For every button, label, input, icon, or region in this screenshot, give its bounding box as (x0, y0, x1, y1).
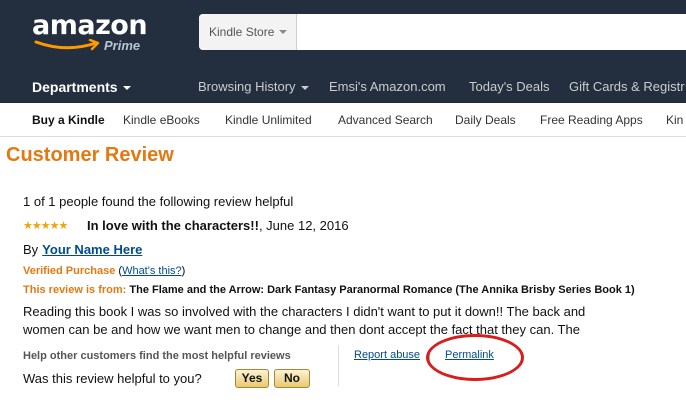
nav-gift-cards[interactable]: Gift Cards & Registr (569, 79, 685, 94)
yes-button[interactable]: Yes (235, 369, 269, 388)
prime-label: Prime (104, 38, 141, 53)
star-icon: ★ (49, 220, 60, 232)
helpful-count-text: 1 of 1 people found the following review… (23, 194, 294, 209)
star-icon: ★ (31, 220, 42, 232)
chevron-down-icon (300, 85, 309, 90)
review-byline: By Your Name Here (23, 242, 142, 257)
subnav-kindle-ebooks[interactable]: Kindle eBooks (123, 113, 200, 127)
subnav-advanced-search[interactable]: Advanced Search (338, 113, 433, 127)
chevron-down-icon (279, 30, 287, 34)
chevron-down-icon (122, 86, 131, 91)
nav-todays-deals[interactable]: Today's Deals (469, 79, 550, 94)
nav-link-label: Emsi's Amazon.com (329, 79, 446, 94)
search-input[interactable] (298, 14, 686, 50)
nav-link-label: Today's Deals (469, 79, 550, 94)
author-link[interactable]: Your Name Here (42, 242, 142, 257)
star-rating: ★★★★★ (23, 219, 69, 232)
review-from-label: This review is from: (23, 284, 127, 296)
subnav-free-reading-apps[interactable]: Free Reading Apps (540, 113, 643, 127)
no-button[interactable]: No (274, 369, 310, 388)
subnav-daily-deals[interactable]: Daily Deals (455, 113, 516, 127)
vertical-divider (338, 345, 339, 386)
subnav-kindle-more[interactable]: Kin (666, 113, 683, 127)
search-category-dropdown[interactable]: Kindle Store (199, 14, 297, 50)
nav-account-amazon[interactable]: Emsi's Amazon.com (329, 79, 446, 94)
nav-browsing-history[interactable]: Browsing History (198, 79, 309, 94)
departments-menu[interactable]: Departments (32, 79, 131, 95)
book-title-link[interactable]: The Flame and the Arrow: Dark Fantasy Pa… (129, 284, 634, 296)
was-helpful-question: Was this review helpful to you? (23, 371, 202, 386)
subnav-kindle-unlimited[interactable]: Kindle Unlimited (225, 113, 312, 127)
subnav-buy-a-kindle[interactable]: Buy a Kindle (32, 113, 105, 127)
red-annotation-circle (426, 334, 524, 381)
verified-purchase-badge: Verified Purchase (23, 265, 116, 277)
main-nav: Departments Browsing History Emsi's Amaz… (0, 74, 686, 102)
review-body-line: Reading this book I was so involved with… (23, 304, 586, 319)
top-header: amazon Prime Kindle Store Departments Br… (0, 0, 686, 103)
kindle-subnav: Buy a Kindle Kindle eBooks Kindle Unlimi… (0, 103, 686, 137)
paren-close: ) (181, 265, 186, 277)
amazon-prime-logo[interactable]: amazon Prime (32, 10, 148, 60)
star-icon: ★ (40, 220, 51, 232)
logo-wordmark: amazon (32, 10, 148, 41)
nav-link-label: Gift Cards & Registr (569, 79, 685, 94)
page-title: Customer Review (6, 144, 174, 166)
nav-link-label: Browsing History (198, 79, 296, 94)
star-icon: ★ (23, 220, 33, 232)
review-body-line: women can be and how we want men to chan… (23, 322, 580, 337)
whats-this-link[interactable]: What's this? (122, 265, 182, 277)
departments-label: Departments (32, 79, 118, 95)
review-body: Reading this book I was so involved with… (23, 303, 686, 339)
review-source-line: This review is from: The Flame and the A… (23, 284, 635, 296)
review-heading: In love with the characters!!, June 12, … (87, 218, 349, 233)
review-title: In love with the characters!! (87, 218, 259, 233)
search-category-label: Kindle Store (209, 25, 275, 39)
help-others-text: Help other customers find the most helpf… (23, 350, 291, 362)
report-abuse-link[interactable]: Report abuse (354, 349, 420, 361)
star-icon: ★ (58, 220, 69, 232)
smile-arrow-icon (34, 39, 100, 51)
verified-purchase-line: Verified Purchase (What's this?) (23, 265, 185, 277)
by-label: By (23, 242, 39, 257)
review-date: , June 12, 2016 (258, 218, 349, 233)
search-bar: Kindle Store (199, 14, 686, 50)
